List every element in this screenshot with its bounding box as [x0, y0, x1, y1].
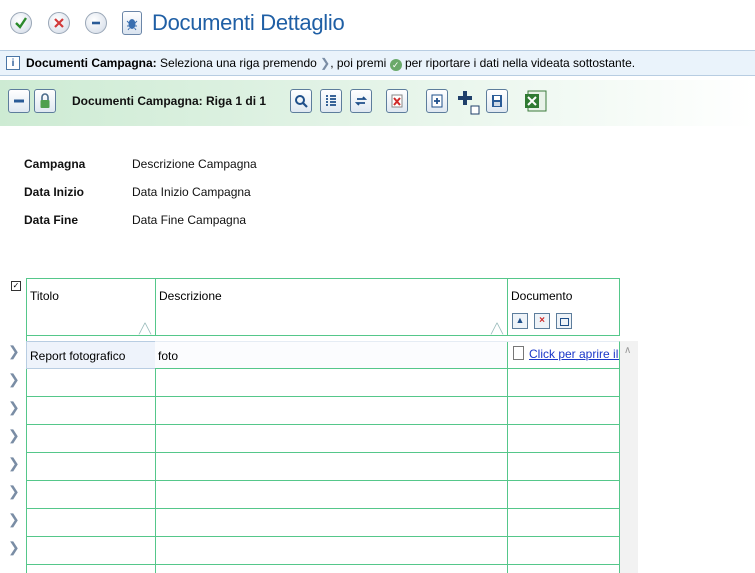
info-prefix: Documenti Campagna:	[26, 56, 157, 70]
table-row[interactable]	[26, 369, 620, 397]
row-selector-icon[interactable]: ❯	[8, 455, 20, 472]
delete-button[interactable]	[386, 89, 408, 113]
column-header-label: Documento	[511, 289, 573, 303]
list-button[interactable]	[320, 89, 342, 113]
bug-button[interactable]	[122, 11, 142, 35]
descrizione-cell[interactable]: foto	[155, 341, 508, 369]
remove-document-icon[interactable]: ×	[534, 313, 550, 329]
table-row[interactable]	[26, 453, 620, 481]
check-icon	[15, 17, 27, 29]
table-row[interactable]	[26, 537, 620, 565]
add-row-button[interactable]	[456, 88, 482, 116]
title-bar: Documenti Dettaglio	[0, 0, 755, 46]
lock-button[interactable]	[34, 89, 56, 113]
row-selector-icon[interactable]: ❯	[8, 511, 20, 528]
titolo-text: Report fotografico	[30, 349, 126, 363]
data-fine-label: Data Fine	[24, 213, 79, 227]
row-selector-icon[interactable]: ❯	[8, 371, 20, 388]
bug-icon	[126, 19, 138, 31]
table-row[interactable]	[26, 509, 620, 537]
upload-icon[interactable]: ▲	[512, 313, 528, 329]
toolbar: Documenti Campagna: Riga 1 di 1	[0, 80, 755, 126]
table-row[interactable]: Report fotografico foto Click per aprire…	[26, 341, 620, 369]
collapse-button[interactable]	[8, 89, 30, 113]
minimize-button[interactable]	[85, 12, 107, 34]
campagna-value: Descrizione Campagna	[132, 157, 257, 171]
row-selector-icon[interactable]: ❯	[8, 343, 20, 360]
documento-cell: Click per aprire il d	[507, 341, 620, 369]
cancel-button[interactable]	[48, 12, 70, 34]
excel-icon	[525, 90, 547, 112]
row-selector-icon[interactable]: ❯	[8, 427, 20, 444]
row-selector-icon[interactable]: ❯	[8, 483, 20, 500]
info-text-a: Seleziona una riga premendo	[160, 56, 317, 70]
info-text-c: per riportare i dati nella videata sotto…	[404, 56, 636, 70]
data-inizio-value: Data Inizio Campagna	[132, 185, 251, 199]
campagna-label: Campagna	[24, 157, 86, 171]
save-icon	[492, 95, 502, 107]
page-title: Documenti Dettaglio	[152, 10, 345, 35]
table-row[interactable]	[26, 565, 620, 573]
info-bar: i Documenti Campagna: Seleziona una riga…	[0, 50, 755, 76]
table-row[interactable]	[26, 481, 620, 509]
open-document-link[interactable]: Click per aprire il d	[529, 347, 619, 361]
minus-icon	[92, 21, 100, 25]
list-icon	[326, 95, 336, 106]
table-row[interactable]	[26, 397, 620, 425]
add-icon	[458, 91, 480, 115]
vertical-scrollbar[interactable]: ∧	[620, 341, 638, 573]
minus-icon	[14, 99, 24, 103]
row-selector-icon[interactable]: ❯	[8, 539, 20, 556]
lock-icon	[40, 93, 50, 108]
refresh-button[interactable]	[350, 89, 372, 113]
column-header-titolo[interactable]: Titolo ╱╲	[26, 278, 156, 336]
data-fine-value: Data Fine Campagna	[132, 213, 247, 227]
refresh-icon	[355, 96, 367, 106]
info-icon: i	[6, 56, 20, 70]
titolo-cell[interactable]: Report fotografico	[26, 341, 156, 369]
resize-handle-icon[interactable]: ╱╲	[491, 324, 503, 335]
table-row[interactable]	[26, 425, 620, 453]
descrizione-text: foto	[158, 349, 179, 363]
confirm-button[interactable]	[10, 12, 32, 34]
data-inizio-label: Data Inizio	[24, 185, 85, 199]
resize-handle-icon[interactable]: ╱╲	[139, 324, 151, 335]
new-doc-icon	[431, 94, 443, 108]
column-header-descrizione[interactable]: Descrizione ╱╲	[155, 278, 508, 336]
save-button[interactable]	[486, 89, 508, 113]
chevron-right-icon: ❯	[320, 56, 331, 70]
documents-grid: Titolo ╱╲ Descrizione ╱╲ Documento ▲ × R…	[26, 278, 620, 573]
column-header-documento: Documento ▲ ×	[507, 278, 620, 336]
toolbar-record-label: Documenti Campagna: Riga 1 di 1	[72, 94, 267, 108]
select-all-checkbox[interactable]: ✓	[11, 281, 21, 291]
x-icon	[54, 18, 64, 28]
check-circle-icon: ✓	[389, 59, 402, 71]
document-icon	[513, 346, 524, 360]
new-button[interactable]	[426, 89, 448, 113]
row-selector-icon[interactable]: ❯	[8, 399, 20, 416]
scroll-up-icon[interactable]: ∧	[624, 345, 631, 356]
delete-doc-icon	[391, 94, 403, 108]
search-button[interactable]	[290, 89, 312, 113]
search-icon	[295, 95, 308, 108]
column-header-label: Titolo	[30, 289, 59, 303]
info-text-b: , poi premi	[330, 56, 387, 70]
excel-export-button[interactable]	[524, 88, 548, 114]
open-window-icon[interactable]	[556, 313, 572, 329]
column-header-label: Descrizione	[159, 289, 222, 303]
